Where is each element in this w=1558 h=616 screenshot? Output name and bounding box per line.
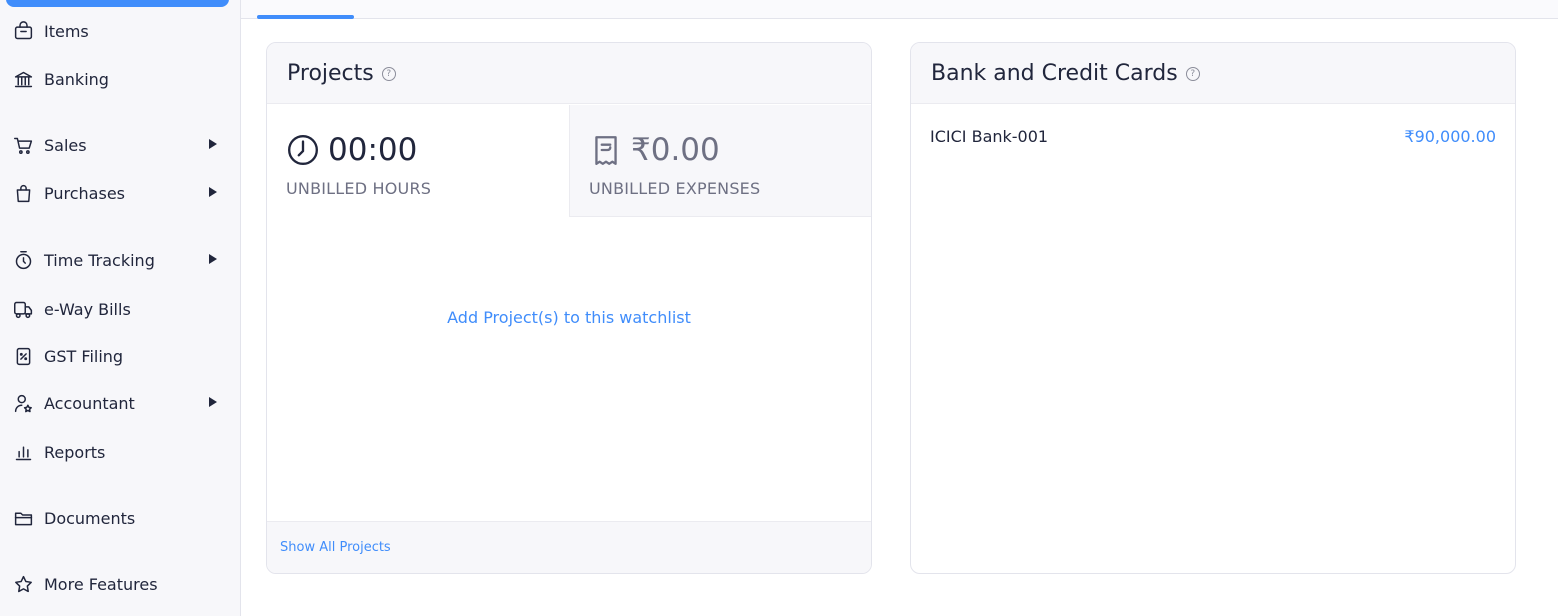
add-project-link[interactable]: Add Project(s) to this watchlist	[267, 308, 871, 327]
bank-account-name: ICICI Bank-001	[930, 127, 1049, 146]
sidebar-item-label: e-Way Bills	[44, 299, 131, 319]
sidebar-item-more-features[interactable]: More Features	[0, 564, 240, 604]
projects-stats: 00:00 UNBILLED HOURS ₹0.00 UNBILLED EXPE…	[267, 105, 871, 217]
sidebar-item-label: GST Filing	[44, 346, 124, 366]
projects-header: Projects ?	[267, 43, 871, 104]
app-root: Items Banking Sales Purchases Time Track…	[0, 0, 1558, 616]
bank-cards-title: Bank and Credit Cards	[931, 60, 1178, 86]
basket-icon	[12, 20, 34, 42]
unbilled-expenses-label: UNBILLED EXPENSES	[589, 179, 761, 198]
sidebar-item-banking[interactable]: Banking	[0, 59, 240, 99]
caret-right-icon	[209, 139, 217, 149]
sidebar-item-documents[interactable]: Documents	[0, 498, 240, 538]
sidebar-item-eway-bills[interactable]: e-Way Bills	[0, 289, 240, 329]
sidebar-item-label: More Features	[44, 574, 158, 594]
stopwatch-icon	[12, 249, 34, 271]
projects-title: Projects	[287, 60, 374, 86]
bank-account-balance[interactable]: ₹90,000.00	[1404, 127, 1496, 146]
caret-right-icon	[209, 397, 217, 407]
unbilled-hours-stat[interactable]: 00:00 UNBILLED HOURS	[267, 105, 569, 217]
sidebar-item-label: Items	[44, 21, 89, 41]
star-icon	[12, 573, 34, 595]
active-tab-indicator[interactable]	[257, 15, 354, 19]
unbilled-hours-value: 00:00	[328, 132, 418, 168]
unbilled-hours-label: UNBILLED HOURS	[286, 179, 432, 198]
truck-icon	[12, 298, 34, 320]
cart-icon	[12, 134, 34, 156]
help-icon[interactable]: ?	[1185, 67, 1200, 81]
bank-icon	[12, 68, 34, 90]
sidebar-item-purchases[interactable]: Purchases	[0, 173, 240, 213]
bar-chart-icon	[12, 441, 34, 463]
sidebar-item-items[interactable]: Items	[0, 11, 240, 51]
show-all-projects-link[interactable]: Show All Projects	[280, 540, 391, 555]
projects-widget: Projects ? 00:00 UNBILLED HOURS ₹0.00 UN…	[266, 42, 872, 574]
sidebar-item-gst-filing[interactable]: GST Filing	[0, 336, 240, 376]
sidebar-item-sales[interactable]: Sales	[0, 125, 240, 165]
sidebar-item-label: Documents	[44, 508, 136, 528]
sidebar-item-accountant[interactable]: Accountant	[0, 383, 240, 423]
folder-icon	[12, 507, 34, 529]
sidebar-active-item[interactable]	[6, 0, 229, 7]
percent-doc-icon	[12, 345, 34, 367]
sidebar-item-label: Banking	[44, 69, 109, 89]
bank-cards-widget: Bank and Credit Cards ? ICICI Bank-001 ₹…	[910, 42, 1516, 574]
caret-right-icon	[209, 254, 217, 264]
bag-icon	[12, 182, 34, 204]
projects-footer: Show All Projects	[267, 521, 871, 573]
sidebar-item-time-tracking[interactable]: Time Tracking	[0, 240, 240, 280]
unbilled-expenses-value: ₹0.00	[631, 132, 720, 168]
top-tab-bar	[241, 0, 1558, 19]
clock-icon	[288, 135, 318, 165]
unbilled-expenses-stat[interactable]: ₹0.00 UNBILLED EXPENSES	[569, 105, 871, 217]
bank-account-row[interactable]: ICICI Bank-001 ₹90,000.00	[930, 127, 1496, 146]
sidebar: Items Banking Sales Purchases Time Track…	[0, 0, 241, 616]
sidebar-item-label: Reports	[44, 442, 106, 462]
accountant-icon	[12, 392, 34, 414]
bank-cards-header: Bank and Credit Cards ?	[911, 43, 1515, 104]
help-icon[interactable]: ?	[381, 67, 396, 81]
sidebar-item-reports[interactable]: Reports	[0, 432, 240, 472]
caret-right-icon	[209, 187, 217, 197]
receipt-icon	[595, 136, 617, 165]
